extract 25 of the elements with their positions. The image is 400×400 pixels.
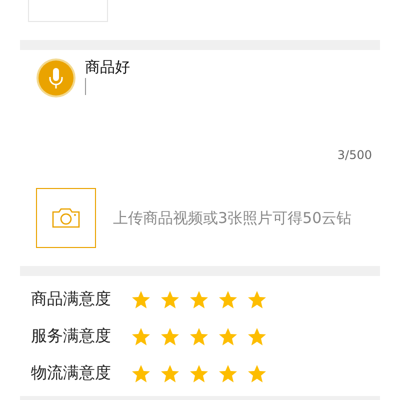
upload-hint: 上传商品视频或3张照片可得50云钻 [113, 208, 352, 228]
star-icon[interactable] [247, 364, 267, 384]
rating-label: 商品满意度 [31, 289, 112, 310]
star-icon[interactable] [160, 364, 180, 384]
star-icon[interactable] [160, 326, 180, 346]
star-icon[interactable] [189, 326, 209, 346]
star-icon[interactable] [247, 290, 267, 310]
star-icon[interactable] [218, 364, 238, 384]
star-icon[interactable] [131, 364, 151, 384]
star-icon[interactable] [247, 326, 267, 346]
star-icon[interactable] [189, 364, 209, 384]
text-cursor [85, 78, 86, 95]
star-icon[interactable] [218, 326, 238, 346]
star-icon[interactable] [131, 290, 151, 310]
camera-icon [51, 207, 81, 229]
microphone-icon[interactable] [36, 58, 76, 98]
star-icon[interactable] [160, 290, 180, 310]
character-count: 3/500 [337, 148, 372, 162]
star-icon[interactable] [131, 326, 151, 346]
review-field[interactable]: 商品好 [85, 58, 372, 118]
photo-upload-button[interactable] [36, 188, 96, 248]
star-icon[interactable] [218, 290, 238, 310]
star-icon[interactable] [189, 290, 209, 310]
rating-label: 服务满意度 [31, 326, 112, 347]
rating-label: 物流满意度 [31, 363, 112, 384]
